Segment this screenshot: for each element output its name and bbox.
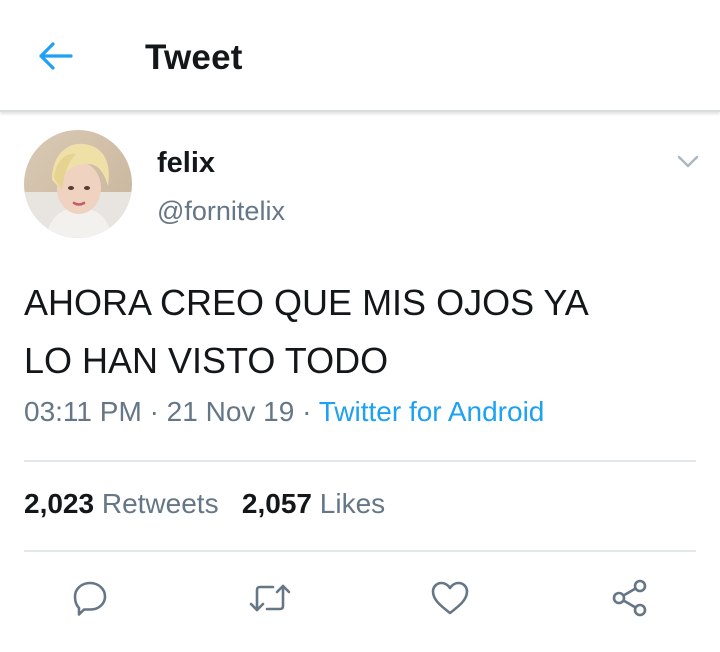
- likes-label: Likes: [319, 488, 386, 519]
- likes-stat[interactable]: 2,057 Likes: [242, 488, 385, 519]
- author-handle[interactable]: @fornitelix: [157, 196, 285, 227]
- top-app-bar: Tweet: [0, 0, 720, 112]
- share-icon: [610, 578, 650, 623]
- tweet-text: AHORA CREO QUE MIS OJOS YA LO HAN VISTO …: [24, 282, 589, 381]
- page-title: Tweet: [145, 38, 243, 77]
- divider: [24, 550, 696, 552]
- retweets-count: 2,023: [24, 488, 95, 519]
- retweets-stat[interactable]: 2,023 Retweets: [24, 488, 226, 519]
- tweet-stats: 2,023 Retweets 2,057 Likes: [24, 488, 385, 520]
- tweet-time: 03:11 PM: [24, 396, 142, 427]
- tweet-meta: 03:11 PM · 21 Nov 19 · Twitter for Andro…: [24, 396, 544, 428]
- retweet-button[interactable]: [244, 576, 296, 624]
- chevron-down-icon: [677, 155, 699, 174]
- tweet-source-link[interactable]: Twitter for Android: [319, 396, 545, 427]
- share-button[interactable]: [604, 576, 656, 624]
- more-options-button[interactable]: [668, 146, 708, 182]
- arrow-left-icon: [38, 41, 74, 76]
- reply-icon: [70, 578, 110, 623]
- meta-separator: ·: [302, 396, 312, 427]
- retweet-icon: [247, 578, 293, 623]
- reply-button[interactable]: [64, 576, 116, 624]
- author-avatar[interactable]: [24, 130, 132, 238]
- meta-separator: ·: [149, 396, 159, 427]
- heart-icon: [429, 578, 471, 623]
- tweet-actions-bar: [0, 572, 720, 628]
- divider: [24, 460, 696, 462]
- retweets-label: Retweets: [101, 488, 219, 519]
- like-button[interactable]: [424, 576, 476, 624]
- author-name[interactable]: felix: [157, 147, 215, 180]
- back-button[interactable]: [28, 30, 84, 86]
- tweet-date: 21 Nov 19: [166, 396, 295, 427]
- likes-count: 2,057: [241, 488, 312, 519]
